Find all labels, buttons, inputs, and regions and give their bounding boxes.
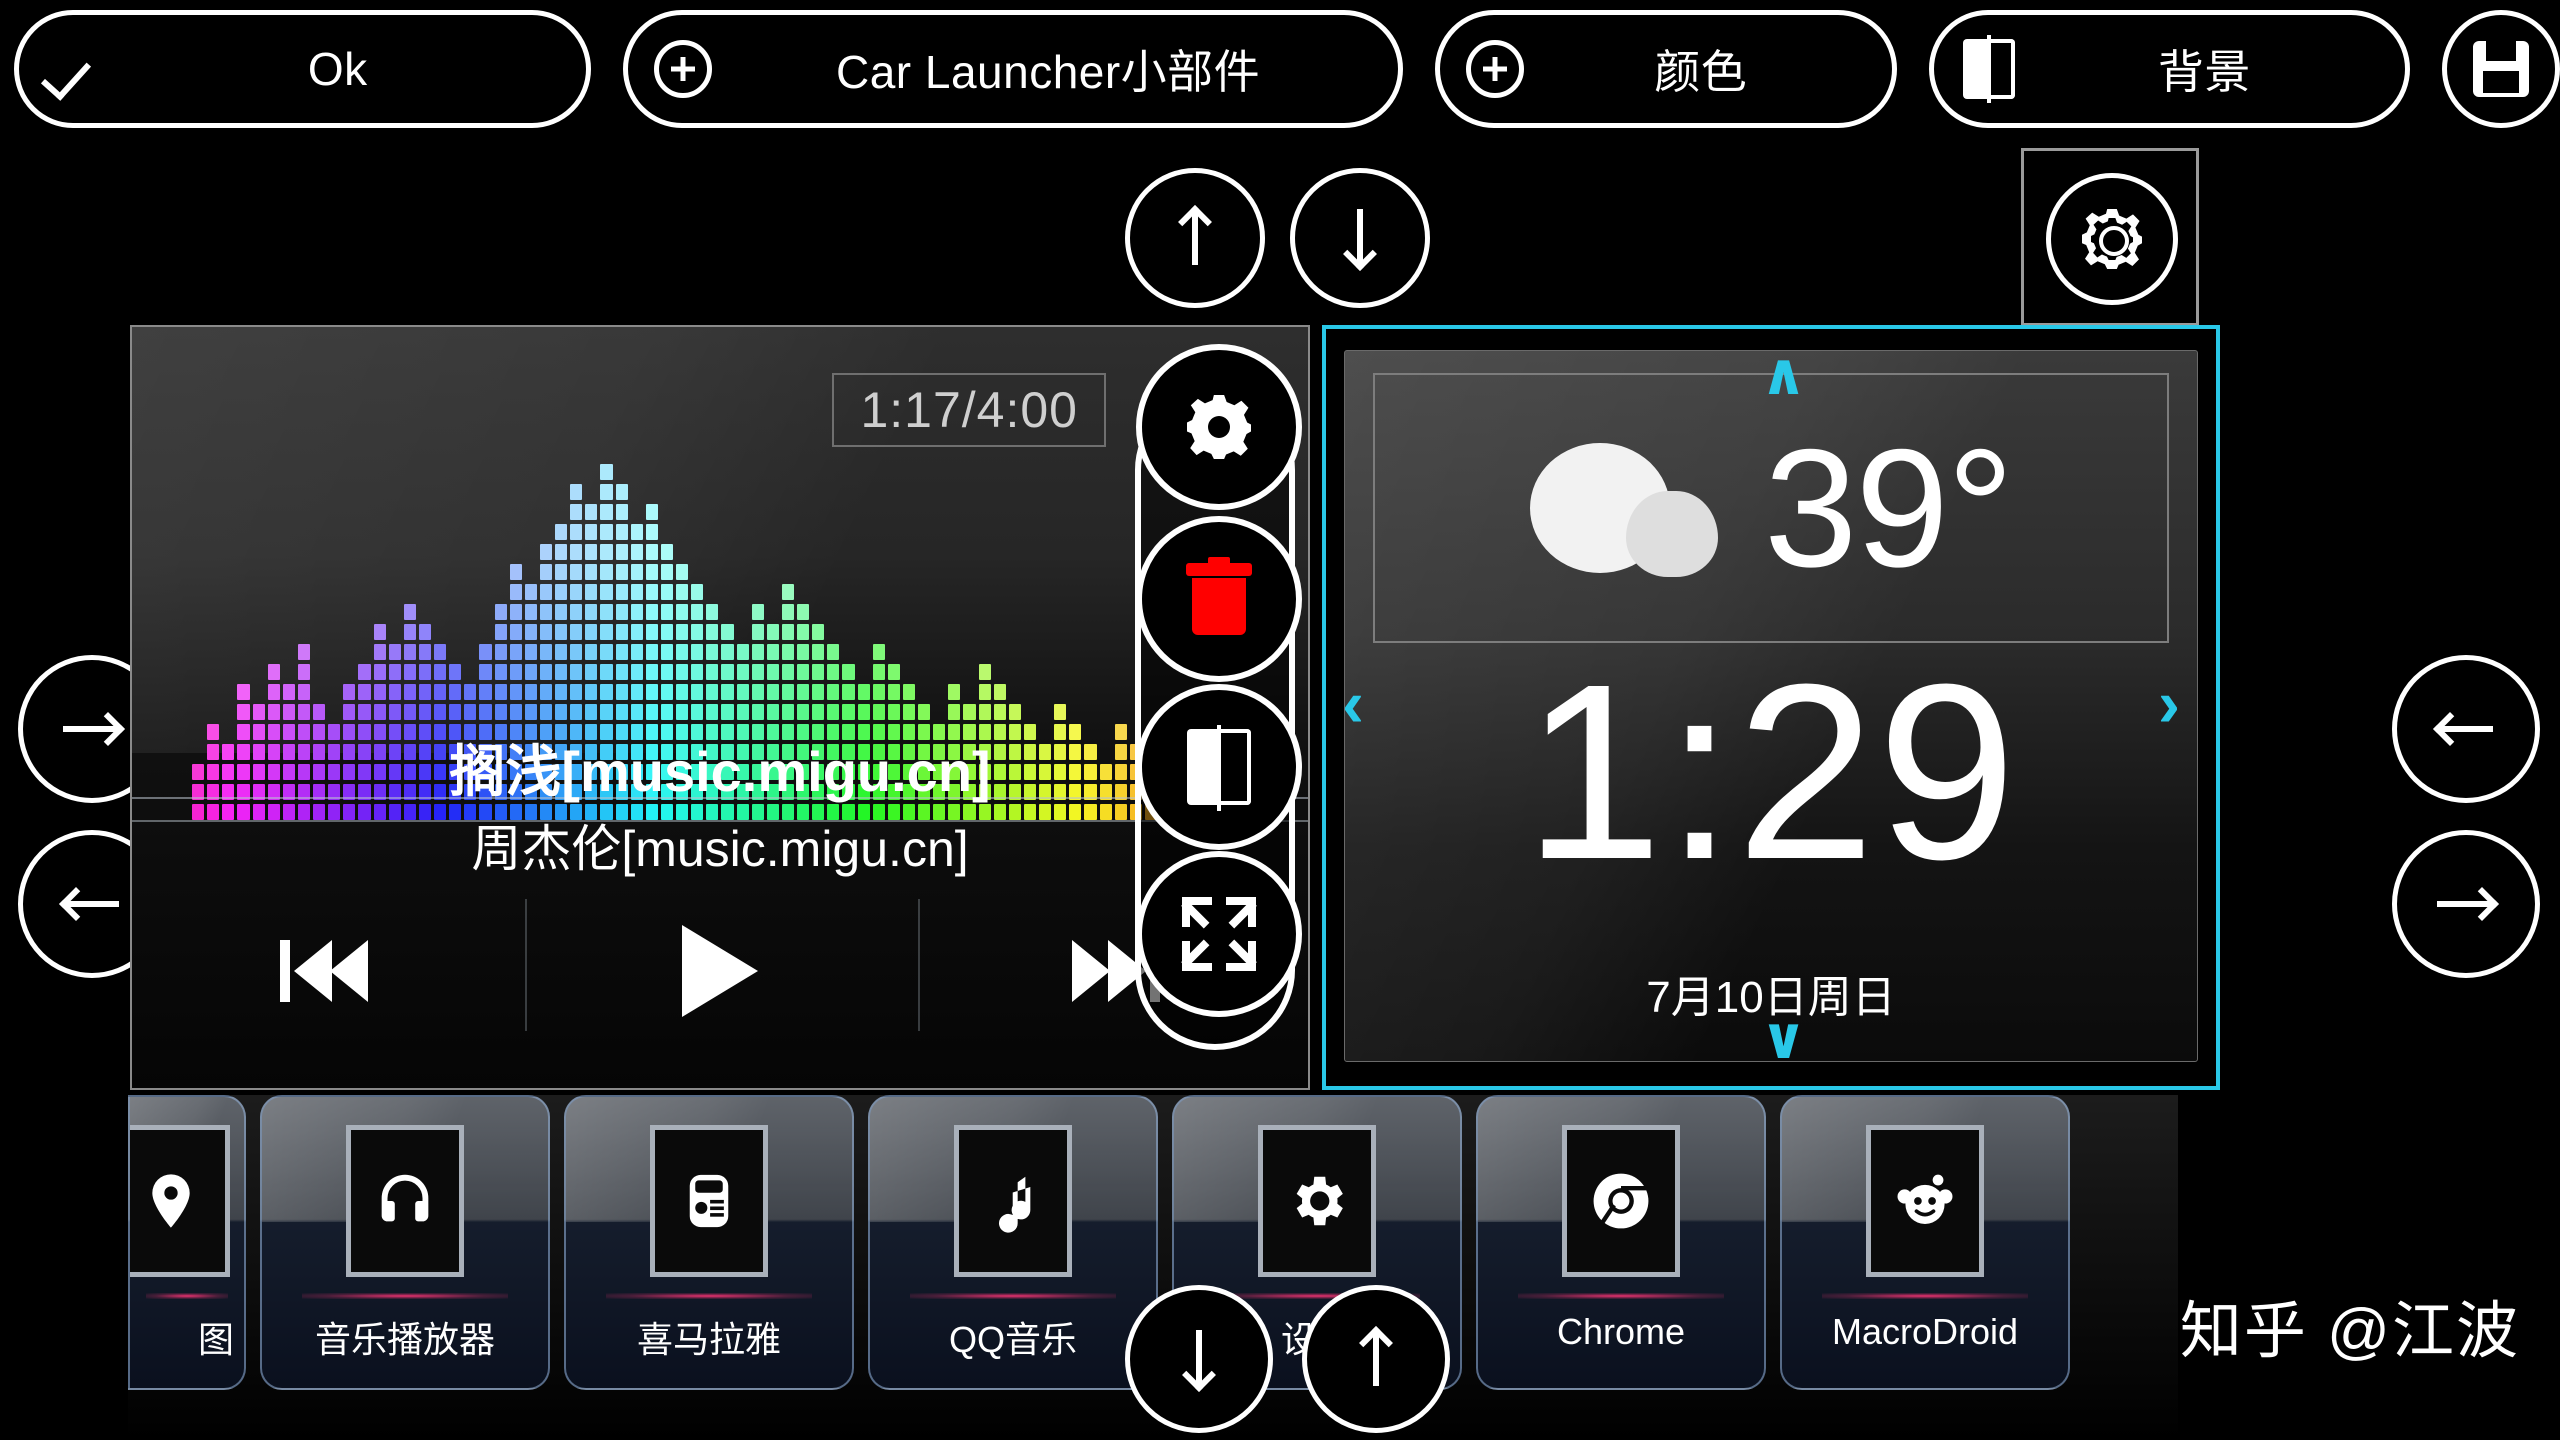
contrast-icon (1187, 725, 1251, 811)
track-artist: 周杰伦[music.migu.cn] (471, 821, 969, 877)
radio-icon (650, 1125, 768, 1277)
ok-button[interactable]: Ok (14, 10, 592, 128)
save-button[interactable] (2442, 10, 2560, 128)
color-button[interactable]: 颜色 (1434, 10, 1897, 128)
track-title: 搁浅[music.migu.cn] (449, 740, 991, 803)
move-up-button[interactable] (1125, 168, 1265, 308)
plus-circle-icon (628, 40, 738, 98)
page-right-bottom-button[interactable] (2392, 830, 2540, 978)
arrow-left-icon (2433, 707, 2495, 751)
arrow-up-icon (1173, 205, 1217, 267)
widget-delete-button[interactable] (1136, 516, 1302, 682)
car-launcher-edit-screen: Ok Car Launcher小部件 颜色 背景 1:17/4:00 搁浅[mu… (0, 0, 2560, 1440)
background-button[interactable]: 背景 (1928, 10, 2410, 128)
widget-background-button[interactable] (1136, 684, 1302, 850)
watermark: 知乎 @江波 (2179, 1297, 2520, 1366)
settings-gear-button[interactable] (2046, 173, 2178, 305)
clock-widget-selection (1322, 325, 2220, 1090)
dock-app-2[interactable]: 喜马拉雅 (564, 1095, 854, 1390)
playback-time: 1:17/4:00 (832, 373, 1106, 447)
widget-settings-button[interactable] (1136, 344, 1302, 510)
app-glow (302, 1293, 508, 1299)
resize-chevron-up-icon[interactable]: ∧ (1760, 346, 1807, 404)
settings-gear-box[interactable] (2021, 148, 2199, 326)
check-icon (19, 42, 129, 96)
dock-scroll-up-button[interactable] (1302, 1285, 1450, 1433)
playback-controls (132, 911, 1308, 1031)
play-icon (682, 925, 758, 1017)
previous-track-button[interactable] (132, 940, 524, 1002)
move-down-button[interactable] (1290, 168, 1430, 308)
save-icon (2447, 41, 2555, 97)
dock-app-1[interactable]: 音乐播放器 (260, 1095, 550, 1390)
dock-app-6[interactable]: MacroDroid (1780, 1095, 2070, 1390)
gear-icon (1258, 1125, 1376, 1277)
music-widget[interactable]: 1:17/4:00 搁浅[music.migu.cn] 周杰伦[music.mi… (130, 325, 1310, 1090)
gear-icon (1187, 395, 1251, 459)
dock-app-5[interactable]: Chrome (1476, 1095, 1766, 1390)
previous-icon (280, 940, 376, 1002)
resize-chevron-right-icon[interactable]: › (2158, 670, 2180, 736)
dock-app-label: MacroDroid (1831, 1311, 2019, 1352)
app-glow (145, 1293, 229, 1299)
arrow-left-icon (59, 882, 121, 926)
plus-circle-icon (1440, 40, 1550, 98)
arrow-up-icon (1354, 1326, 1398, 1388)
app-glow (1822, 1293, 2028, 1299)
app-glow (1518, 1293, 1724, 1299)
gear-icon (2082, 209, 2142, 269)
background-button-label: 背景 (2157, 46, 2251, 98)
map-icon (130, 1125, 230, 1277)
add-widget-label: Car Launcher小部件 (835, 46, 1261, 98)
resize-chevron-left-icon[interactable]: ‹ (1342, 670, 1364, 736)
app-glow (606, 1293, 812, 1299)
contrast-icon (1934, 35, 2044, 103)
droid-face-icon (1866, 1125, 1984, 1277)
trash-icon (1186, 557, 1252, 635)
dock-app-label: Chrome (1556, 1311, 1686, 1352)
app-glow (910, 1293, 1116, 1299)
dock-app-0[interactable]: 图 (128, 1095, 246, 1390)
resize-chevron-down-icon[interactable]: ∨ (1760, 1010, 1807, 1068)
top-toolbar: Ok Car Launcher小部件 颜色 背景 (0, 10, 2560, 135)
dock-app-label: 音乐播放器 (314, 1319, 495, 1360)
add-widget-button[interactable]: Car Launcher小部件 (623, 10, 1403, 128)
arrow-down-icon (1338, 209, 1382, 271)
chrome-icon (1562, 1125, 1680, 1277)
dock-app-label: QQ音乐 (948, 1319, 1077, 1360)
dock-scroll-down-button[interactable] (1125, 1285, 1273, 1433)
play-button[interactable] (524, 925, 916, 1017)
dock-app-3[interactable]: QQ音乐 (868, 1095, 1158, 1390)
color-button-label: 颜色 (1654, 46, 1748, 98)
ok-button-label: Ok (307, 43, 368, 95)
arrow-down-icon (1177, 1330, 1221, 1392)
music-note-icon (954, 1125, 1072, 1277)
dock-app-label: 图 (197, 1319, 234, 1360)
headphones-icon (346, 1125, 464, 1277)
page-left-top-button[interactable] (2392, 655, 2540, 803)
widget-resize-button[interactable] (1136, 851, 1302, 1017)
widget-tool-column (1135, 344, 1302, 1050)
arrow-right-icon (63, 707, 125, 751)
dock-app-row: 图音乐播放器喜马拉雅QQ音乐设置ChromeMacroDroid (128, 1095, 2070, 1390)
expand-arrows-icon (1182, 897, 1256, 971)
arrow-right-icon (2437, 882, 2499, 926)
dock-app-label: 喜马拉雅 (636, 1319, 781, 1360)
